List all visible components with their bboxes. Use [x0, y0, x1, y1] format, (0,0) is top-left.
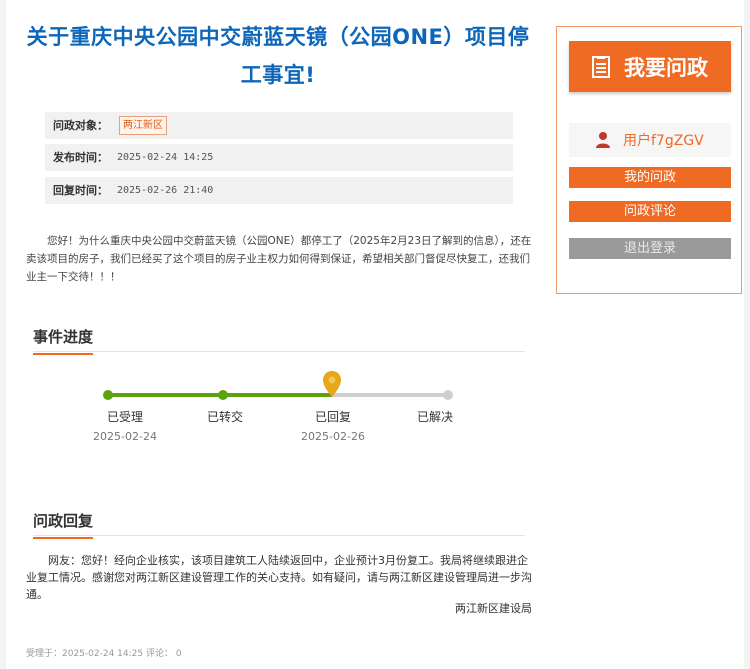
- step-date-accepted: 2025-02-24: [93, 430, 157, 443]
- document-list-icon: [592, 55, 610, 78]
- target-label: 问政对象：: [53, 119, 108, 132]
- question-content: 您好！为什么重庆中央公园中交蔚蓝天镜（公园ONE）都停工了（2025年2月23日…: [26, 235, 532, 283]
- ask-question-button[interactable]: 我要问政: [569, 41, 731, 92]
- logout-button[interactable]: 退出登录: [569, 238, 731, 259]
- user-sidebar: 我要问政 用户f7gZGV 我的问政 问政评论 退出登录: [556, 26, 742, 294]
- ask-question-label: 我要问政: [624, 55, 708, 80]
- page-left-edge: [0, 0, 6, 669]
- step-date-replied: 2025-02-26: [301, 430, 365, 443]
- username[interactable]: 用户f7gZGV: [623, 130, 704, 150]
- step-dot-resolved: [443, 390, 453, 400]
- step-label-resolved: 已解决: [416, 410, 453, 424]
- current-step-marker-icon: [323, 371, 341, 397]
- replied-value: 2025-02-26 21:40: [117, 185, 214, 196]
- page-title: 关于重庆中央公园中交蔚蓝天镜（公园ONE）项目停工事宜!: [26, 25, 530, 87]
- progress-tracker: 已受理 已转交 已回复 已解决 2025-02-24 2025-02-26: [93, 370, 460, 450]
- avatar: [589, 126, 617, 154]
- published-value: 2025-02-24 14:25: [117, 152, 214, 163]
- published-label: 发布时间：: [53, 151, 108, 164]
- step-label-accepted: 已受理: [106, 410, 143, 424]
- meta-replied-row: 回复时间： 2025-02-26 21:40: [45, 177, 513, 204]
- progress-section-divider: [33, 351, 525, 352]
- question-comments-button[interactable]: 问政评论: [569, 201, 731, 222]
- meta-target-row: 问政对象： 两江新区: [45, 112, 513, 139]
- meta-published-row: 发布时间： 2025-02-24 14:25: [45, 144, 513, 171]
- my-questions-button[interactable]: 我的问政: [569, 167, 731, 188]
- user-icon: [596, 132, 610, 148]
- step-label-transferred: 已转交: [206, 410, 243, 424]
- page-right-edge: [744, 0, 750, 669]
- step-dot-transferred: [218, 390, 228, 400]
- step-dot-accepted: [103, 390, 113, 400]
- reply-signature: 两江新区建设局: [455, 602, 532, 615]
- step-label-replied: 已回复: [314, 410, 351, 424]
- replied-label: 回复时间：: [53, 184, 108, 197]
- user-info: 用户f7gZGV: [569, 123, 731, 157]
- target-tag[interactable]: 两江新区: [119, 116, 167, 135]
- reply-section-divider: [33, 535, 525, 536]
- footer-meta: 受理于：2025-02-24 14:25 评论： 0: [26, 649, 182, 659]
- reply-content: 网友：您好！经向企业核实，该项目建筑工人陆续返回中，企业预计3月份复工。我局将继…: [26, 554, 532, 601]
